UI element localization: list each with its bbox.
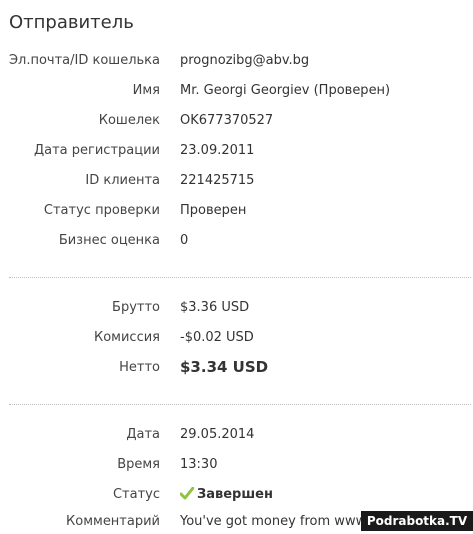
net-row: Нетто $3.34 USD — [0, 358, 473, 380]
time-value: 13:30 — [180, 457, 218, 472]
email-value: prognozibg@abv.bg — [180, 53, 310, 68]
comment-label: Комментарий — [66, 514, 160, 529]
reg-date-value: 23.09.2011 — [180, 143, 255, 158]
fee-label: Комиссия — [93, 330, 160, 345]
client-id-label: ID клиента — [85, 173, 160, 188]
business-rating-label: Бизнес оценка — [58, 233, 160, 248]
status-row: Статус Завершен — [0, 487, 473, 507]
divider — [9, 404, 471, 405]
wallet-value: OK677370527 — [180, 113, 274, 128]
comment-value: You've got money from www.B — [180, 514, 379, 529]
verify-status-label: Статус проверки — [43, 203, 160, 218]
email-label: Эл.почта/ID кошелька — [8, 53, 160, 68]
fee-row: Комиссия -$0.02 USD — [0, 330, 473, 350]
date-value: 29.05.2014 — [180, 427, 255, 442]
wallet-row: Кошелек OK677370527 — [0, 113, 473, 133]
watermark: Podrabotka.TV — [361, 511, 473, 531]
time-row: Время 13:30 — [0, 457, 473, 477]
client-id-row: ID клиента 221425715 — [0, 173, 473, 193]
net-label: Нетто — [119, 360, 160, 375]
page-title: Отправитель — [9, 12, 134, 33]
status-value: Завершен — [197, 487, 273, 502]
status-value-wrap: Завершен — [180, 487, 273, 502]
gross-value: $3.36 USD — [180, 300, 250, 315]
client-id-value: 221425715 — [180, 173, 255, 188]
divider — [9, 277, 471, 278]
wallet-label: Кошелек — [98, 113, 160, 128]
fee-value: -$0.02 USD — [180, 330, 254, 345]
reg-date-label: Дата регистрации — [33, 143, 160, 158]
reg-date-row: Дата регистрации 23.09.2011 — [0, 143, 473, 163]
checkmark-icon — [180, 487, 194, 500]
name-value: Mr. Georgi Georgiev (Проверен) — [180, 83, 391, 98]
verify-status-row: Статус проверки Проверен — [0, 203, 473, 223]
date-row: Дата 29.05.2014 — [0, 427, 473, 447]
name-label: Имя — [132, 83, 160, 98]
status-label: Статус — [112, 487, 160, 502]
gross-row: Брутто $3.36 USD — [0, 300, 473, 320]
gross-label: Брутто — [112, 300, 160, 315]
name-row: Имя Mr. Georgi Georgiev (Проверен) — [0, 83, 473, 103]
verify-status-value: Проверен — [180, 203, 247, 218]
net-value: $3.34 USD — [180, 358, 269, 376]
email-row: Эл.почта/ID кошелька prognozibg@abv.bg — [0, 53, 473, 73]
business-rating-value: 0 — [180, 233, 189, 248]
business-rating-row: Бизнес оценка 0 — [0, 233, 473, 253]
time-label: Время — [117, 457, 160, 472]
date-label: Дата — [126, 427, 160, 442]
